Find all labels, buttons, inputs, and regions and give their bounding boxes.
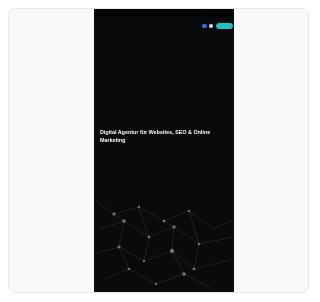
top-bar (94, 9, 234, 17)
language-flag-icon[interactable] (202, 24, 207, 28)
website-screenshot[interactable]: Digital Agentur für Websites, SEO & Onli… (94, 9, 234, 292)
network-background-graphic (94, 198, 234, 290)
site-navigation (94, 21, 234, 31)
profile-icon[interactable] (209, 24, 213, 28)
contact-button[interactable] (216, 23, 233, 29)
hero-title: Digital Agentur für Websites, SEO & Onli… (100, 130, 211, 144)
preview-card: Digital Agentur für Websites, SEO & Onli… (8, 8, 309, 293)
